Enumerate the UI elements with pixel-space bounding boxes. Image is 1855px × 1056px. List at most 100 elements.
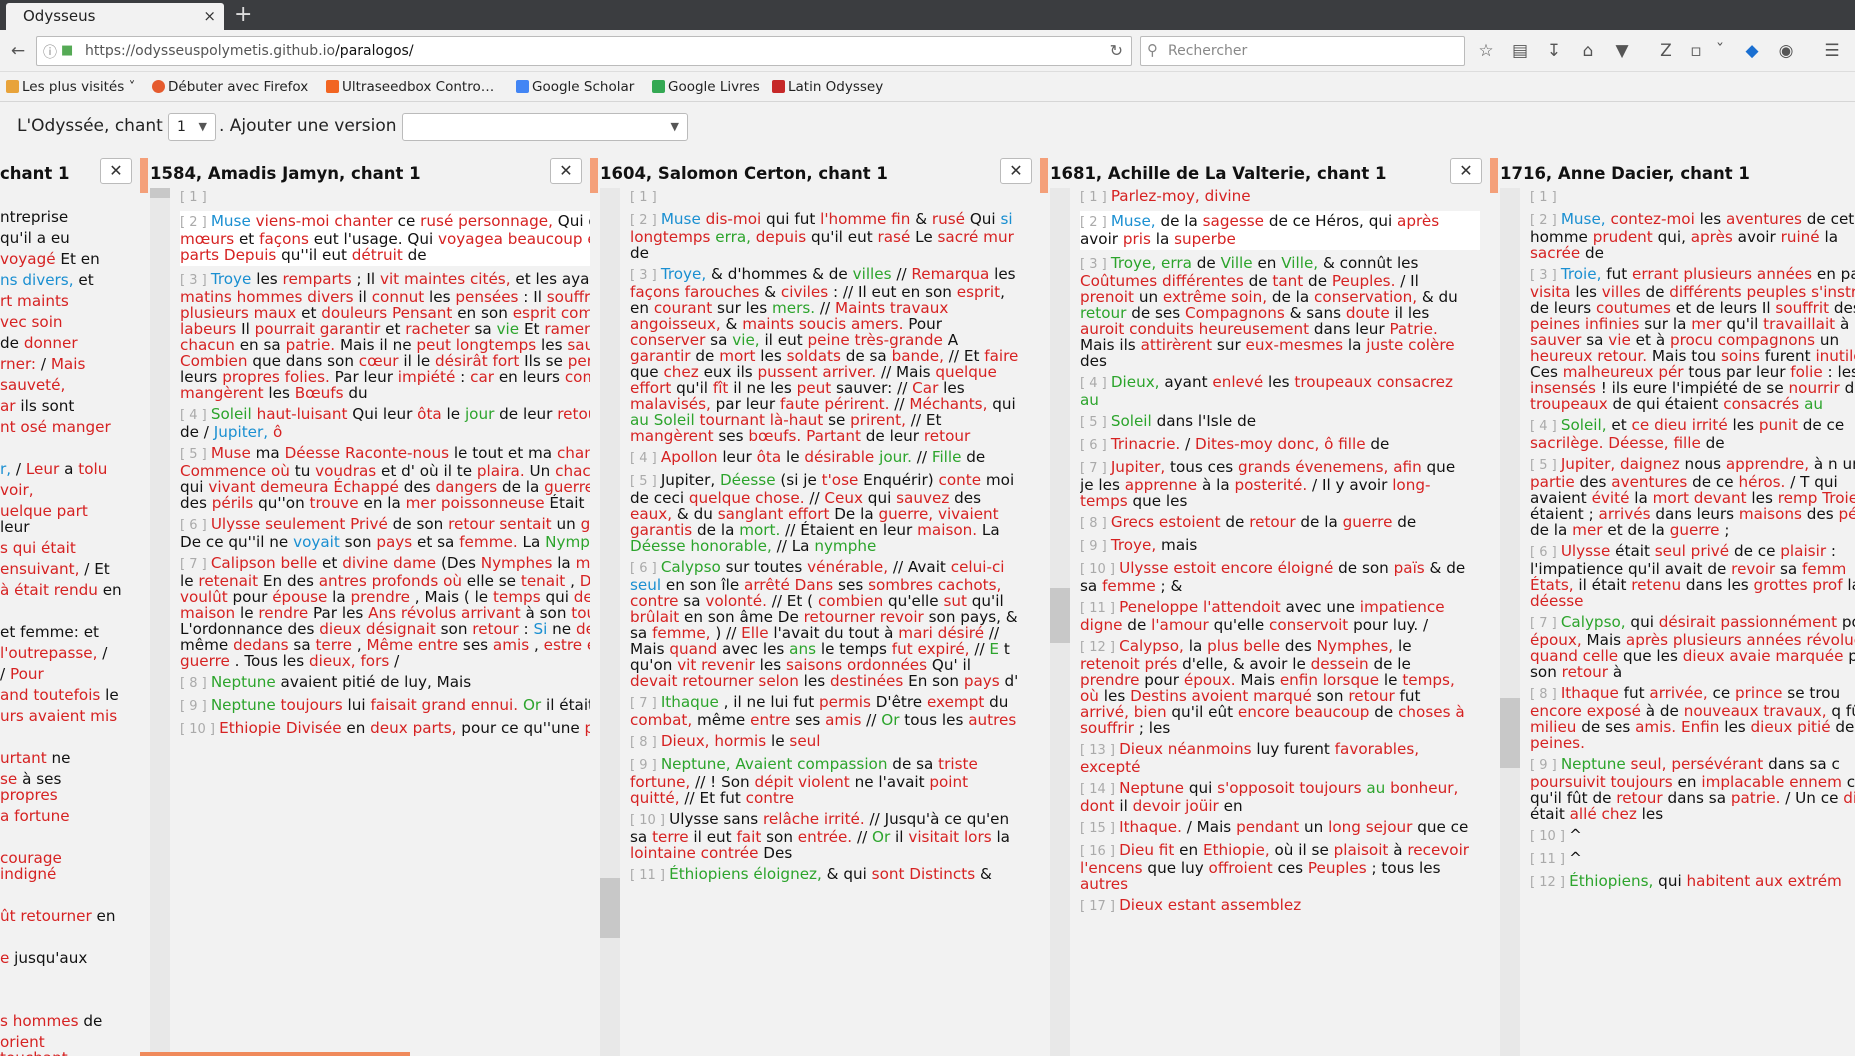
word-span[interactable]: jusqu'aux	[9, 949, 87, 967]
verse[interactable]: [ 3 ] Troye, erra de Ville en Ville, & c…	[1080, 255, 1480, 369]
bookmark-star-icon[interactable]: ☆	[1474, 39, 1498, 63]
word-span[interactable]: nymphe	[814, 537, 876, 555]
word-span[interactable]: /	[1180, 435, 1195, 453]
word-span[interactable]: des	[1280, 637, 1317, 655]
verse[interactable]: [ 1 ]	[630, 188, 1030, 206]
word-span[interactable]: // Et fut	[680, 789, 746, 807]
verse[interactable]: [ 12 ] Calypso, la plus belle des Nymphe…	[1080, 638, 1480, 736]
word-span[interactable]: lui	[343, 696, 371, 714]
word-span[interactable]: ne l'avait	[850, 773, 930, 791]
word-span[interactable]: au	[1366, 779, 1385, 797]
verse[interactable]	[0, 603, 130, 619]
word-span[interactable]: avaie marquée	[1729, 647, 1843, 665]
word-span[interactable]: r,	[0, 460, 11, 478]
verse[interactable]: ntreprise	[0, 209, 130, 225]
word-span[interactable]: dieux, fors	[309, 652, 389, 670]
word-span[interactable]: afin	[1393, 458, 1422, 476]
word-span[interactable]: superbe	[1174, 230, 1236, 248]
word-span[interactable]: car	[470, 368, 494, 386]
word-span[interactable]: même	[692, 711, 750, 729]
word-span[interactable]: maison.	[917, 521, 977, 539]
word-span[interactable]: vec soin	[0, 313, 63, 331]
word-span[interactable]: & d'hommes & de	[706, 265, 852, 283]
word-span[interactable]: parts Depuis	[180, 246, 276, 264]
word-span[interactable]: Fille	[932, 448, 962, 466]
word-span[interactable]: &	[975, 865, 992, 883]
word-span[interactable]: La	[977, 521, 1000, 539]
word-span[interactable]: les	[1695, 210, 1726, 228]
verse[interactable]: [ 5 ] Muse ma Déesse Raconte-nous le tou…	[180, 445, 590, 511]
verse[interactable]	[0, 887, 130, 903]
word-span[interactable]: Pour	[10, 665, 44, 683]
word-span[interactable]: and toutefois	[0, 686, 100, 704]
word-span[interactable]: ensuivant,	[0, 560, 79, 578]
info-icon[interactable]: ⓘ	[43, 42, 57, 62]
verse[interactable]: [ 1 ]	[180, 188, 590, 206]
word-span[interactable]: femme.	[459, 533, 517, 551]
verse[interactable]: [ 6 ] Trinacrie. / Dites-moy donc, ô fil…	[1080, 436, 1480, 454]
word-span[interactable]: destinées	[830, 672, 903, 690]
word-span[interactable]: persévérant	[1671, 755, 1763, 773]
word-span[interactable]: qu'il a eu	[0, 229, 70, 247]
word-span[interactable]: pris	[1123, 230, 1151, 248]
word-span[interactable]: ô	[273, 423, 282, 441]
word-span[interactable]: enlevé	[1212, 373, 1263, 391]
word-span[interactable]: ; tous les	[1367, 859, 1440, 877]
word-span[interactable]: au	[1804, 395, 1823, 413]
column-scrollbar[interactable]	[150, 188, 170, 1056]
word-span[interactable]: de	[79, 1012, 102, 1030]
word-span[interactable]: Troye,	[661, 265, 706, 283]
word-span[interactable]: Troye,	[1111, 536, 1156, 554]
verse[interactable]	[0, 929, 130, 945]
verse[interactable]: [ 9 ] Neptune toujours lui faisait grand…	[180, 697, 590, 715]
word-span[interactable]: // Avait	[888, 558, 951, 576]
word-span[interactable]: grands évenemens,	[1238, 458, 1388, 476]
word-span[interactable]: Remarqua	[911, 265, 989, 283]
word-span[interactable]: son	[340, 533, 377, 551]
word-span[interactable]: dieu	[1843, 789, 1855, 807]
word-span[interactable]: rasé	[877, 228, 910, 246]
word-span[interactable]: ; Il	[352, 270, 380, 288]
word-span[interactable]: E	[989, 640, 999, 658]
verse[interactable]: [ 11 ] Peneloppe l'attendoit avec une im…	[1080, 599, 1480, 633]
word-span[interactable]: Était en sa	[545, 494, 590, 512]
word-span[interactable]: Mais	[51, 355, 86, 373]
word-span[interactable]: Ville	[1221, 254, 1253, 272]
word-span[interactable]: dans sa	[1663, 789, 1731, 807]
word-span[interactable]: d'	[1000, 672, 1019, 690]
verse[interactable]: vec soin	[0, 314, 130, 330]
verse[interactable]: [ 10 ] Ethiopie Divisée en deux parts, p…	[180, 720, 590, 738]
word-span[interactable]: visitait lors	[908, 828, 991, 846]
verse[interactable]: à était rendu en	[0, 582, 130, 598]
verse[interactable]: [ 6 ] Calypso sur toutes vénérable, // A…	[630, 559, 1030, 689]
verse[interactable]: [ 4 ] Soleil haut-luisant Qui leur ôta l…	[180, 406, 590, 440]
word-span[interactable]: Neptune	[1119, 779, 1184, 797]
word-span[interactable]: grottes prof	[1754, 576, 1843, 594]
word-span[interactable]: //	[892, 265, 912, 283]
word-span[interactable]: ce	[393, 212, 420, 230]
word-span[interactable]: . Tous les	[230, 652, 309, 670]
word-span[interactable]: juste colère	[1366, 336, 1454, 354]
verse[interactable]: a fortune	[0, 808, 130, 824]
word-span[interactable]: ,	[529, 636, 543, 654]
word-span[interactable]: Dieux,	[661, 732, 710, 750]
privacy-icon[interactable]: ◉	[1774, 39, 1798, 63]
word-span[interactable]: détruit	[352, 246, 403, 264]
word-span[interactable]: femme	[1102, 577, 1156, 595]
word-span[interactable]: Ville,	[1281, 254, 1318, 272]
word-span[interactable]: la	[1843, 576, 1855, 594]
verse[interactable]: [ 3 ] Troie, fut errant plusieurs années…	[1530, 266, 1855, 412]
word-span[interactable]: le	[766, 732, 789, 750]
word-span[interactable]: de	[630, 244, 649, 262]
close-column-button[interactable]: ✕	[1450, 158, 1482, 184]
word-span[interactable]: de qui étaient	[1608, 395, 1724, 413]
verse[interactable]: [ 8 ] Ithaque fut arrivée, ce prince se …	[1530, 685, 1855, 751]
verse[interactable]: [ 2 ] Muse dis-moi qui fut l'homme fin &…	[630, 211, 1030, 261]
word-span[interactable]: de sa	[887, 755, 938, 773]
word-span[interactable]: la	[1820, 228, 1838, 246]
word-span[interactable]: à la	[1197, 476, 1234, 494]
word-span[interactable]: ; &	[1156, 577, 1183, 595]
word-span[interactable]: de	[0, 334, 24, 352]
word-span[interactable]: qu''il eut	[276, 246, 351, 264]
column-drag-handle[interactable]	[1490, 158, 1498, 193]
